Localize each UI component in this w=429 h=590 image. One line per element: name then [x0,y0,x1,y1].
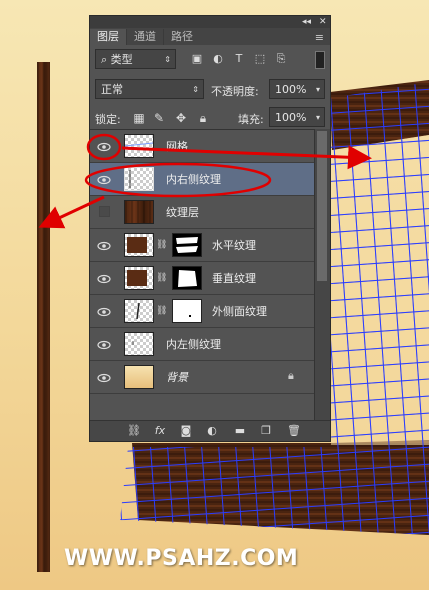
scrollbar-thumb[interactable] [317,131,327,281]
link-icon[interactable]: ⛓ [156,239,167,251]
visibility-toggle[interactable] [99,206,110,217]
new-layer-icon[interactable]: ❐ [258,424,274,438]
link-icon[interactable]: ⛓ [156,272,167,284]
tab-layers[interactable]: 图层 [90,29,126,45]
updown-icon: ⇕ [192,85,199,94]
eye-icon[interactable] [96,337,112,351]
blend-mode-select[interactable]: 正常 ⇕ [95,79,204,99]
fill-label: 填充: [238,113,264,126]
blend-row: 正常 ⇕ 不透明度: 100% ▾ [90,77,330,105]
layer-row-inner-right-texture[interactable]: 内右侧纹理 [90,163,316,196]
layer-thumbnail [124,299,154,323]
layer-name[interactable]: 内右侧纹理 [166,171,221,187]
eye-icon[interactable] [96,238,112,252]
lock-transparent-icon[interactable]: ▦ [132,111,146,125]
layers-panel: ◂◂ ✕ 图层 通道 路径 ≡ ⌕ 类型 ⇕ ▣ ◐ T ⬚ ⎘ 正常 ⇕ 不透… [89,15,331,442]
layer-mask-thumbnail [172,299,202,323]
watermark-text: WWW.PSAHZ.COM [64,546,299,571]
filter-kind-select[interactable]: ⌕ 类型 ⇕ [95,49,176,69]
layer-thumbnail [124,200,154,224]
layer-thumbnail [124,167,154,191]
shape-filter-icon[interactable]: ⬚ [253,52,267,66]
layer-name[interactable]: 网格 [166,138,188,154]
layer-thumbnail [124,266,154,290]
fx-icon[interactable]: fx [152,424,168,438]
layer-row-horizontal-texture[interactable]: ⛓ 水平纹理 [90,229,316,262]
eye-icon[interactable] [96,139,112,153]
filter-row: ⌕ 类型 ⇕ ▣ ◐ T ⬚ ⎘ [90,47,330,75]
eye-icon[interactable] [96,370,112,384]
lock-all-icon[interactable]: 🔒︎ [196,111,210,125]
folder-icon[interactable]: ▬ [232,424,248,438]
link-icon[interactable]: ⛓ [126,424,142,438]
filter-toggle[interactable] [315,51,325,69]
panel-tabs: 图层 通道 路径 ≡ [90,28,330,45]
layers-scrollbar[interactable] [314,129,330,421]
pixel-filter-icon[interactable]: ▣ [190,52,204,66]
layer-thumbnail [124,134,154,158]
adjustment-filter-icon[interactable]: ◐ [211,52,225,66]
eye-icon[interactable] [96,172,112,186]
layer-row-grid[interactable]: 网格 [90,130,316,163]
layer-name[interactable]: 内左侧纹理 [166,336,221,352]
tab-paths[interactable]: 路径 [163,29,200,45]
layer-row-texture[interactable]: 纹理层 [90,196,316,229]
layer-name[interactable]: 纹理层 [166,204,199,220]
lock-brush-icon[interactable]: ✎ [152,111,166,125]
panel-titlebar: ◂◂ ✕ [90,16,330,28]
layers-list: 网格 内右侧纹理 纹理层 ⛓ 水平纹理 ⛓ 垂直纹理 ⛓ 外侧面纹理 内左侧纹理… [90,129,316,422]
chevron-down-icon: ▾ [315,85,320,94]
type-filter-icon[interactable]: T [232,52,246,66]
layer-name[interactable]: 背景 [166,369,188,385]
collapse-button[interactable]: ◂◂ [302,16,311,28]
eye-icon[interactable] [96,304,112,318]
link-icon[interactable]: ⛓ [156,305,167,317]
panel-footer: ⛓ fx ◙ ◐ ▬ ❐ 🗑︎ [90,420,330,441]
search-icon: ⌕ [101,53,111,66]
updown-icon: ⇕ [164,55,171,64]
tab-channels[interactable]: 通道 [126,29,163,45]
adjustment-icon[interactable]: ◐ [204,424,220,438]
layer-mask-thumbnail [172,233,202,257]
close-button[interactable]: ✕ [319,16,327,28]
lock-move-icon[interactable]: ✥ [174,111,188,125]
layer-row-outer-side-texture[interactable]: ⛓ 外侧面纹理 [90,295,316,328]
opacity-field[interactable]: 100% ▾ [269,79,325,99]
opacity-label: 不透明度: [211,85,259,98]
layer-mask-thumbnail [172,266,202,290]
layer-row-vertical-texture[interactable]: ⛓ 垂直纹理 [90,262,316,295]
trash-icon[interactable]: 🗑︎ [286,424,302,438]
lock-icon: 🔒︎ [288,369,294,382]
layer-row-inner-left-texture[interactable]: 内左侧纹理 [90,328,316,361]
chevron-down-icon: ▾ [315,113,320,122]
panel-menu-icon[interactable]: ≡ [315,31,324,44]
lock-label: 锁定: [95,113,121,126]
layer-name[interactable]: 水平纹理 [212,237,256,253]
layer-thumbnail [124,332,154,356]
layer-thumbnail [124,233,154,257]
smartobject-filter-icon[interactable]: ⎘ [274,52,288,66]
layer-row-background[interactable]: 背景 🔒︎ [90,361,316,394]
layer-name[interactable]: 外侧面纹理 [212,303,267,319]
eye-icon[interactable] [96,271,112,285]
fill-field[interactable]: 100% ▾ [269,107,325,127]
mask-icon[interactable]: ◙ [178,424,194,438]
layer-thumbnail [124,365,154,389]
layer-name[interactable]: 垂直纹理 [212,270,256,286]
